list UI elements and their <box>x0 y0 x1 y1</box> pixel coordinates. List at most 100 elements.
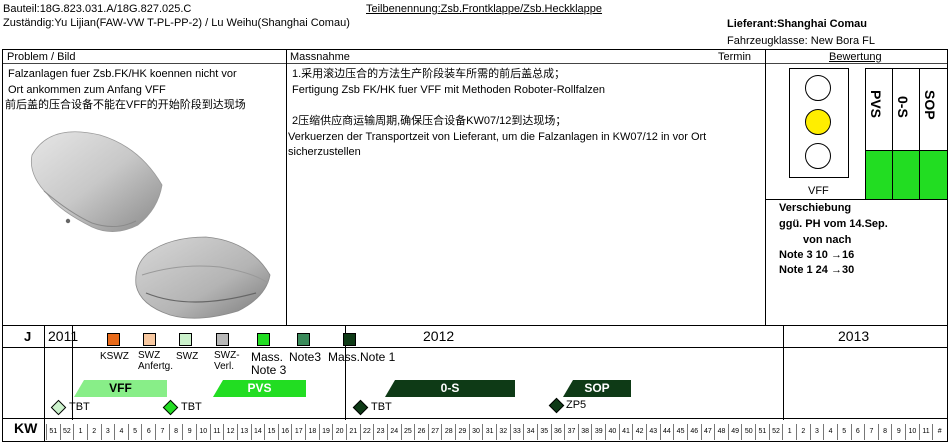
verschiebung-vonnach: von nach <box>803 234 852 246</box>
legend-swatch-kswz <box>107 333 120 346</box>
year-2012: 2012 <box>423 328 455 344</box>
bar-0s-label: 0-S <box>440 381 460 395</box>
kw-week-cell: 15 <box>264 424 278 440</box>
kw-week-cell: 39 <box>591 424 605 440</box>
kw-week-cell: 12 <box>223 424 237 440</box>
bar-sop: SOP <box>563 380 631 397</box>
vff-label: VFF <box>808 185 829 197</box>
bar-0s: 0-S <box>385 380 515 397</box>
phase-pvs: PVS <box>868 90 884 119</box>
bewertung-bottom <box>765 199 948 200</box>
massnahme-2-cn: 2压缩供应商运输周期,确保压合设备KW07/12到达现场； <box>292 115 567 127</box>
bar-pvs: PVS <box>213 380 306 397</box>
problem-line-2: Ort ankommen zum Anfang VFF <box>8 84 166 96</box>
verschiebung-title: Verschiebung <box>779 202 852 214</box>
phase-top <box>865 68 948 69</box>
kw-week-cell: 30 <box>468 424 483 440</box>
phase-sop: SOP <box>922 90 938 120</box>
kw-week-cell: 35 <box>536 424 551 440</box>
phase-pvs-status <box>866 151 892 199</box>
kw-week-cell: 33 <box>509 424 524 440</box>
divider <box>2 325 948 326</box>
kw-week-cell: 14 <box>250 424 265 440</box>
kw-week-cell: 50 <box>741 424 755 440</box>
kw-week-cell: 6 <box>850 424 865 440</box>
timeline-label-divider <box>44 325 45 442</box>
bar-vff: VFF <box>74 380 167 397</box>
kw-week-cell: 28 <box>441 424 455 440</box>
legend-swatch-mass-note3 <box>257 333 270 346</box>
kw-week-cell: # <box>932 424 946 440</box>
kw-week-cell: 7 <box>864 424 878 440</box>
bauteil-text: Bauteil:18G.823.031.A/18G.827.025.C <box>3 3 192 15</box>
kw-week-cell: 4 <box>114 424 128 440</box>
kw-week-cell: 52 <box>768 424 783 440</box>
legend-note3: Note3 <box>289 350 322 364</box>
legend-swatch-mass-note1 <box>343 333 356 346</box>
col-divider <box>765 49 766 325</box>
kw-week-cell: 24 <box>386 424 401 440</box>
light-bottom <box>805 143 831 169</box>
divider <box>2 63 948 64</box>
timeline-divider <box>2 418 948 419</box>
phase-0s-status <box>893 151 919 199</box>
kw-week-cell: 51 <box>755 424 769 440</box>
termin-header: Termin <box>718 51 752 63</box>
kw-week-cell: 20 <box>332 424 346 440</box>
year-2011: 2011 <box>48 328 79 344</box>
light-top <box>805 75 831 101</box>
problem-line-3: 前后盖的压合设备不能在VFF的开始阶段到达现场 <box>5 99 246 111</box>
kw-week-cell: 10 <box>196 424 210 440</box>
milestone-diamond <box>50 399 67 416</box>
kw-week-cell: 48 <box>714 424 728 440</box>
kw-week-cell: 23 <box>373 424 387 440</box>
j-label: J <box>24 329 32 344</box>
kw-week-cell: 16 <box>277 424 292 440</box>
phase-sop-status <box>920 151 947 199</box>
kw-week-cell: 51 <box>46 424 60 440</box>
legend-kswz: KSWZ <box>100 351 129 362</box>
kw-week-cell: 44 <box>659 424 674 440</box>
kw-week-cell: 8 <box>168 424 183 440</box>
massnahme-2-de: Verkuerzen der Transportzeit von Liefera… <box>288 131 707 158</box>
kw-week-cell: 29 <box>455 424 469 440</box>
kw-week-cell: 6 <box>141 424 155 440</box>
bar-pvs-label: PVS <box>247 381 272 395</box>
kw-week-cell: 40 <box>605 424 619 440</box>
kw-week-cell: 52 <box>59 424 74 440</box>
hood-trunk-illustration <box>30 131 271 319</box>
legend-swatch-swz-anfertg <box>143 333 156 346</box>
kw-week-cell: 18 <box>305 424 319 440</box>
verschiebung-note3: Note 3 10 →16 <box>779 249 855 261</box>
massnahme-1-de: Fertigung Zsb FK/HK fuer VFF mit Methode… <box>292 84 606 96</box>
kw-week-cell: 7 <box>155 424 169 440</box>
kw-week-cell: 46 <box>686 424 701 440</box>
milestone-label: ZP5 <box>566 399 587 411</box>
kw-week-cell: 3 <box>100 424 115 440</box>
bar-vff-label: VFF <box>109 381 132 395</box>
legend-swatch-swz-verl <box>216 333 229 346</box>
kw-week-cell: 2 <box>796 424 810 440</box>
col-divider <box>286 49 287 325</box>
bar-sop-label: SOP <box>584 381 610 395</box>
teilbenennung-text: Teilbenennung:Zsb.Frontklappe/Zsb.Heckkl… <box>366 3 603 15</box>
phase-0s: 0-S <box>895 96 911 118</box>
kw-week-cell: 13 <box>236 424 251 440</box>
milestone-label: TBT <box>371 401 392 413</box>
kw-week-cell: 2 <box>86 424 101 440</box>
legend-swatch-note3 <box>297 333 310 346</box>
frame-left <box>2 49 3 442</box>
legend-swz-anfertg: SWZ Anfertg. <box>138 350 174 372</box>
massnahme-1-cn: 1.采用滚边压合的方法生产阶段装车所需的前后盖总成； <box>292 68 566 80</box>
year-2013: 2013 <box>838 328 870 344</box>
milestone-diamond <box>162 399 179 416</box>
kw-week-cell: 11 <box>209 424 224 440</box>
kw-week-cell: 11 <box>918 424 933 440</box>
kw-week-cell: 26 <box>414 424 428 440</box>
kw-week-cell: 31 <box>482 424 496 440</box>
legend-swatch-swz <box>179 333 192 346</box>
kw-week-cell: 8 <box>877 424 892 440</box>
kw-week-cell: 22 <box>359 424 374 440</box>
bewertung-header: Bewertung <box>829 51 882 63</box>
kw-week-cell: 4 <box>823 424 837 440</box>
